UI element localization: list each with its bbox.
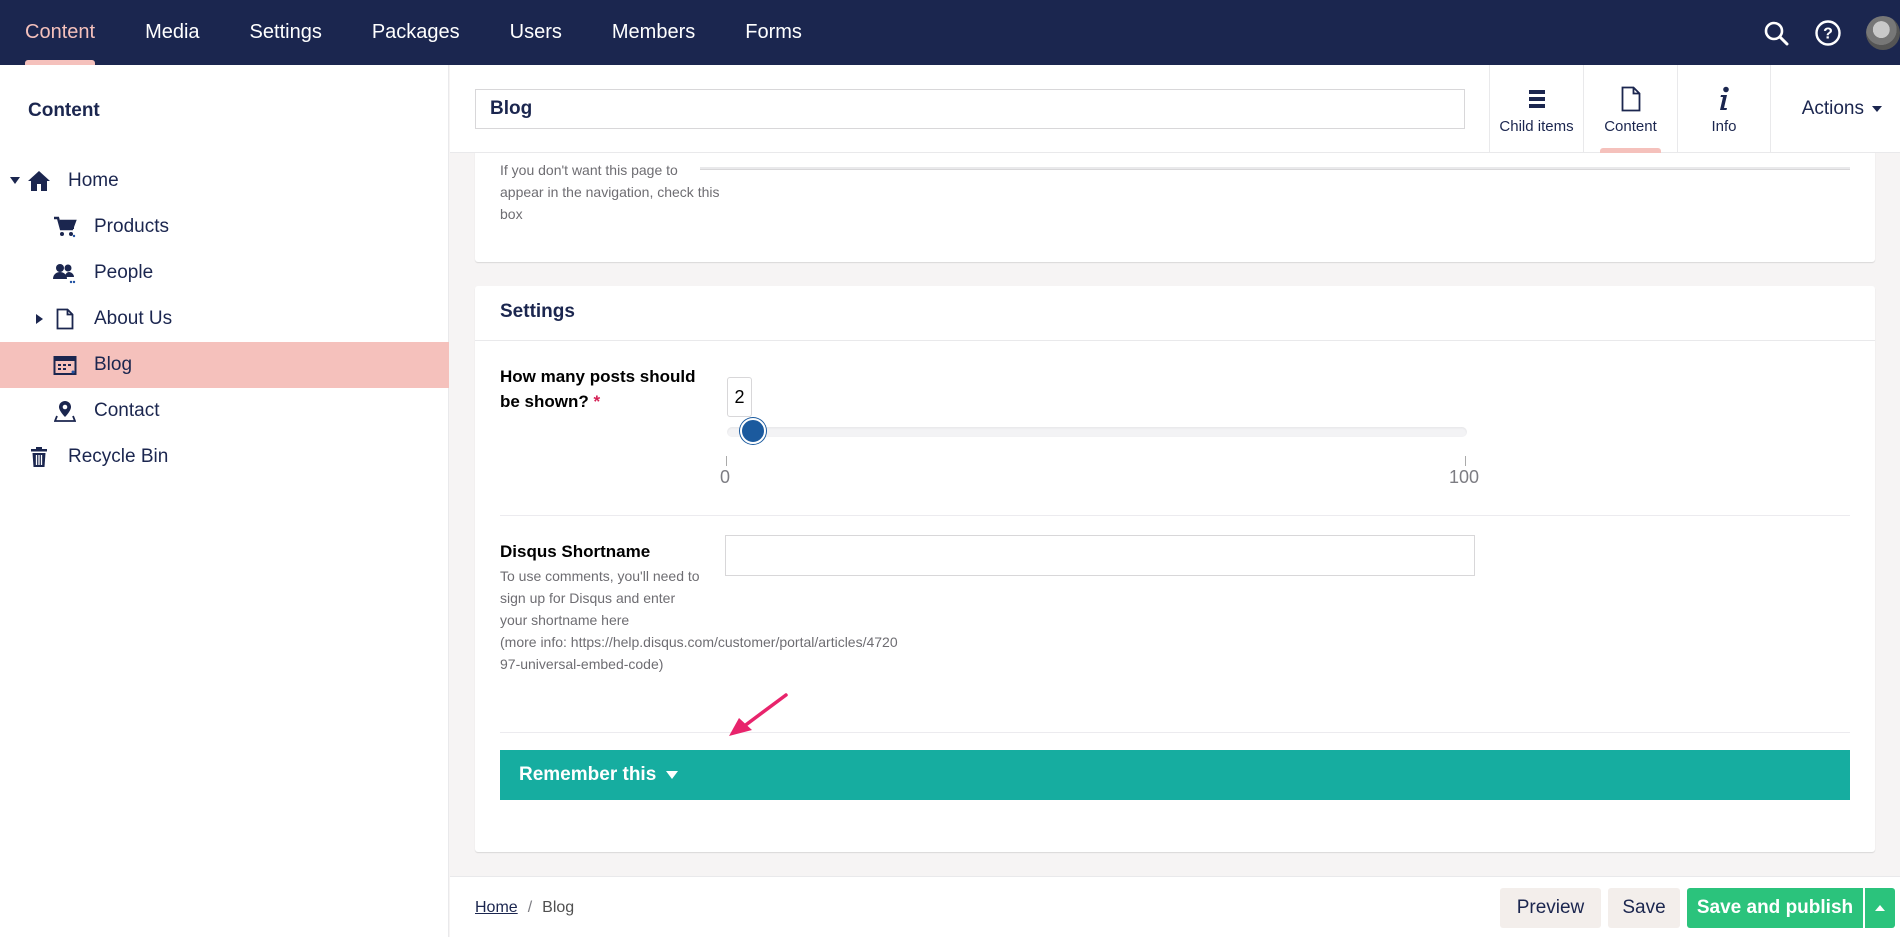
app-tab-content[interactable]: Content	[1583, 65, 1677, 153]
info-icon	[1717, 84, 1731, 114]
content-apps: Child items Content Info	[1489, 65, 1771, 153]
document-icon	[53, 307, 77, 331]
calendar-icon	[53, 353, 77, 377]
actions-label: Actions	[1801, 98, 1864, 119]
breadcrumb-current: Blog	[542, 899, 575, 916]
required-marker: *	[593, 392, 601, 411]
nav-packages[interactable]: Packages	[347, 0, 485, 65]
chevron-down-icon	[1872, 106, 1882, 112]
slider-min-label: 0	[720, 467, 731, 487]
disqus-shortname-description: To use comments, you'll need to sign up …	[500, 565, 900, 675]
app-tab-info[interactable]: Info	[1677, 65, 1771, 153]
editor-footer: Home / Blog Preview Save Save and publis…	[450, 876, 1900, 937]
settings-panel-header: Settings	[475, 286, 1875, 341]
slider-min-tick	[726, 456, 727, 466]
nav-settings[interactable]: Settings	[225, 0, 347, 65]
caret-down-icon	[666, 771, 679, 779]
map-pin-icon	[53, 399, 77, 423]
document-icon	[1621, 84, 1641, 114]
disqus-description-text: To use comments, you'll need to sign up …	[500, 568, 898, 672]
content-tree-sidebar: Content Home Products People About Us Bl…	[0, 65, 449, 937]
help-icon[interactable]: ?	[1814, 19, 1842, 47]
actions-dropdown[interactable]: Actions	[1802, 65, 1882, 153]
remember-this-label: Remember this	[519, 764, 657, 785]
nav-forms[interactable]: Forms	[720, 0, 827, 65]
trash-icon	[27, 445, 51, 469]
nav-content[interactable]: Content	[0, 0, 120, 65]
nav-media[interactable]: Media	[120, 0, 224, 65]
property-divider	[500, 732, 1850, 733]
hide-from-nav-description: If you don't want this page to appear in…	[500, 162, 720, 222]
breadcrumb: Home / Blog	[475, 899, 574, 917]
app-tab-child-items[interactable]: Child items	[1489, 65, 1583, 153]
tree-item-label: About Us	[94, 308, 173, 329]
tree-item-home[interactable]: Home	[0, 158, 449, 204]
shopping-cart-icon	[53, 215, 77, 239]
home-icon	[27, 169, 51, 193]
caret-right-icon[interactable]	[33, 312, 47, 326]
posts-count-slider-track[interactable]	[727, 427, 1467, 437]
save-button[interactable]: Save	[1608, 888, 1680, 928]
editor-header: Child items Content Info Actions	[450, 65, 1900, 153]
app-tab-label: Info	[1711, 117, 1737, 135]
settings-panel-title: Settings	[500, 301, 575, 322]
nav-members[interactable]: Members	[587, 0, 720, 65]
people-icon	[53, 261, 77, 285]
navigation-properties-panel: If you don't want this page to appear in…	[475, 153, 1875, 262]
slider-max-tick	[1465, 456, 1466, 466]
publish-options-button[interactable]	[1865, 888, 1895, 928]
search-icon[interactable]	[1762, 19, 1790, 47]
content-tree: Home Products People About Us Blog Conta…	[0, 158, 449, 480]
tree-item-label: Blog	[94, 354, 133, 375]
svg-text:?: ?	[1823, 25, 1833, 42]
posts-count-slider-handle[interactable]	[739, 418, 766, 444]
user-avatar[interactable]	[1866, 15, 1900, 50]
tree-item-contact[interactable]: Contact	[0, 388, 449, 434]
list-icon	[1528, 84, 1546, 114]
section-tabs: Content Media Settings Packages Users Me…	[0, 0, 827, 65]
tree-item-products[interactable]: Products	[0, 204, 449, 250]
slider-max-label: 100	[1449, 467, 1480, 487]
app-tab-label: Content	[1604, 117, 1657, 135]
tree-item-label: Contact	[94, 400, 160, 421]
editor-content-area: If you don't want this page to appear in…	[450, 153, 1900, 876]
remember-this-toggle[interactable]: Remember this	[500, 750, 1850, 800]
disqus-shortname-input[interactable]	[725, 535, 1475, 576]
tree-item-label: Home	[68, 170, 119, 191]
tree-item-recycle-bin[interactable]: Recycle Bin	[0, 434, 449, 480]
disqus-shortname-label: Disqus Shortname	[500, 542, 651, 561]
tree-item-people[interactable]: People	[0, 250, 449, 296]
caret-up-icon	[1875, 905, 1885, 911]
property-divider	[500, 515, 1850, 516]
tree-item-blog[interactable]: Blog	[0, 342, 449, 388]
preview-button[interactable]: Preview	[1500, 888, 1601, 928]
checkbox-row-edge	[700, 167, 1850, 170]
annotation-arrow-icon	[729, 693, 788, 736]
posts-count-label: How many posts should be shown? *	[500, 364, 700, 414]
app-tab-label: Child items	[1499, 117, 1574, 135]
slider-value-tooltip: 2	[727, 377, 752, 417]
node-name-input[interactable]	[475, 89, 1465, 129]
top-navigation-bar: Content Media Settings Packages Users Me…	[0, 0, 1900, 65]
breadcrumb-separator: /	[527, 899, 533, 916]
settings-panel: Settings How many posts should be shown?…	[475, 286, 1875, 852]
tree-item-label: People	[94, 262, 154, 283]
breadcrumb-home-link[interactable]: Home	[475, 899, 518, 917]
sidebar-title: Content	[28, 100, 100, 121]
tree-item-label: Recycle Bin	[68, 446, 169, 467]
caret-down-icon[interactable]	[8, 174, 22, 188]
save-and-publish-button[interactable]: Save and publish	[1687, 888, 1863, 928]
tree-item-about-us[interactable]: About Us	[0, 296, 449, 342]
tree-item-label: Products	[94, 216, 169, 237]
nav-users[interactable]: Users	[485, 0, 587, 65]
